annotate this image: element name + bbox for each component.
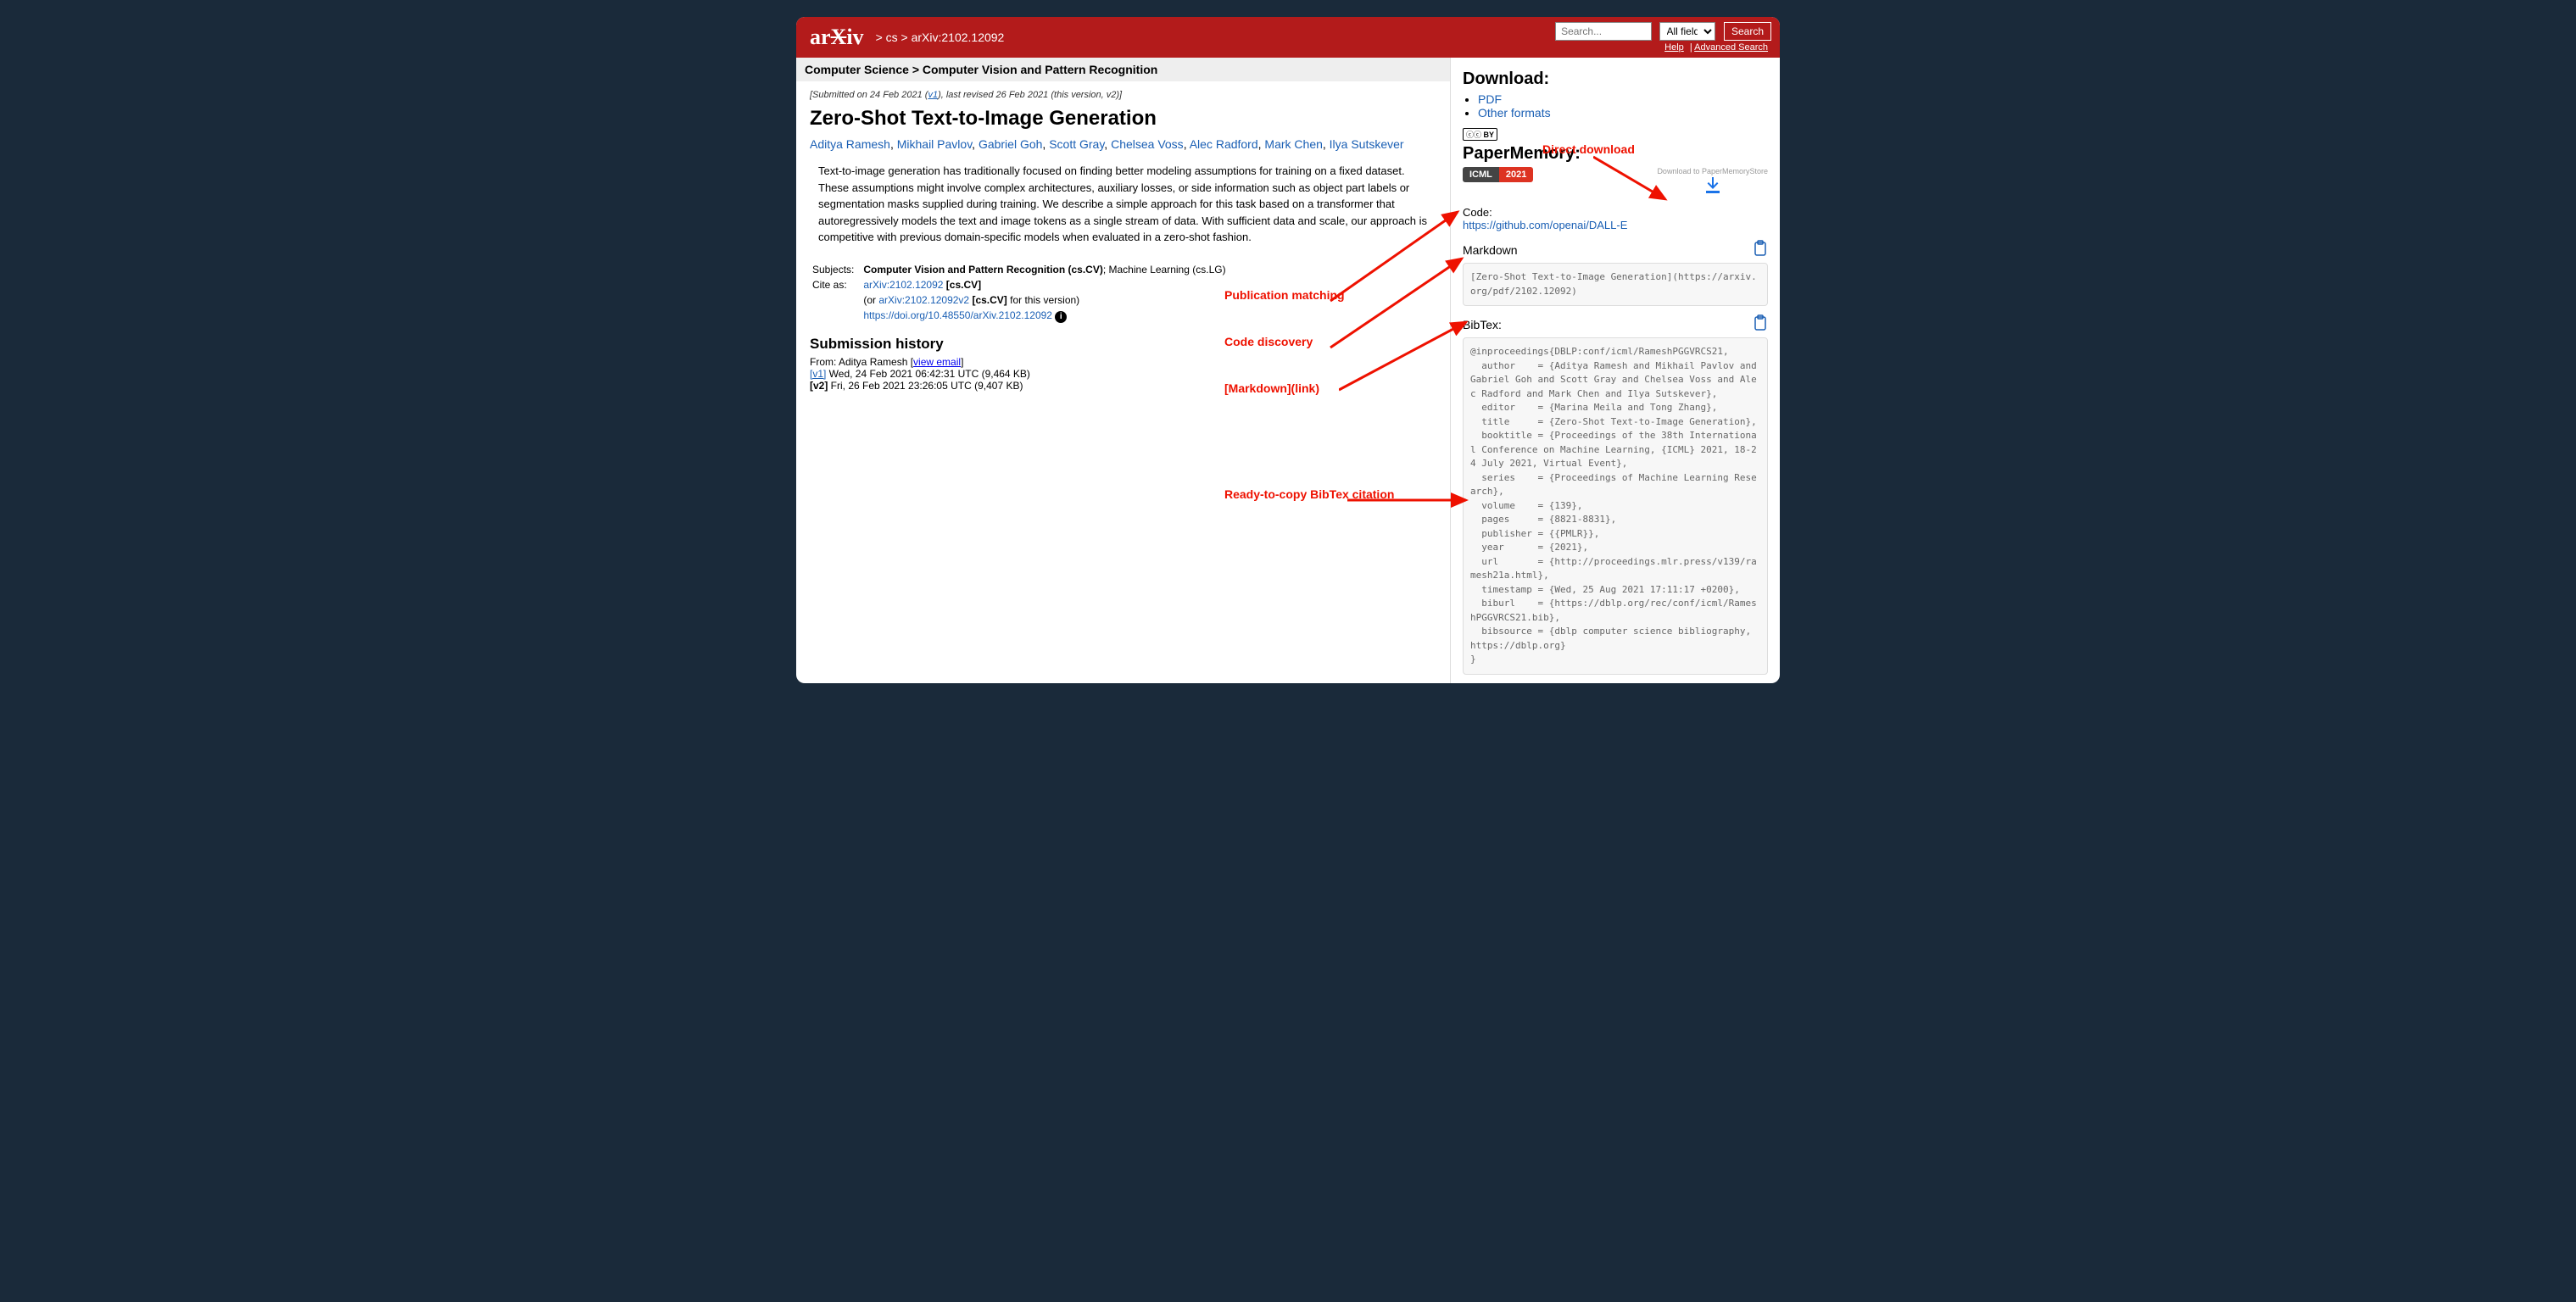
history-v1-link[interactable]: [v1] [810, 368, 826, 380]
download-icon [1703, 175, 1723, 194]
view-email-link[interactable]: view email [913, 356, 961, 368]
download-to-store[interactable]: Download to PaperMemoryStore [1657, 167, 1768, 194]
venue-badge: ICML2021 [1463, 167, 1533, 182]
arxiv-logo[interactable]: arXiv [805, 23, 869, 52]
abstract: Text-to-image generation has traditional… [818, 163, 1428, 246]
search-input[interactable] [1555, 22, 1652, 41]
bibtex-box[interactable]: @inproceedings{DBLP:conf/icml/RameshPGGV… [1463, 337, 1768, 675]
submission-history: From: Aditya Ramesh [view email] [v1] We… [810, 356, 1436, 392]
markdown-box[interactable]: [Zero-Shot Text-to-Image Generation](htt… [1463, 263, 1768, 306]
other-formats-link[interactable]: Other formats [1478, 106, 1551, 120]
author-link[interactable]: Aditya Ramesh [810, 137, 890, 151]
category-heading: Computer Science > Computer Vision and P… [796, 58, 1450, 81]
main-column: Computer Science > Computer Vision and P… [796, 58, 1451, 683]
v1-link[interactable]: v1 [928, 90, 938, 100]
author-link[interactable]: Alec Radford [1190, 137, 1258, 151]
clipboard-icon [1753, 314, 1768, 331]
info-icon[interactable]: i [1055, 311, 1067, 323]
copy-markdown-button[interactable] [1753, 240, 1768, 259]
doi-link[interactable]: https://doi.org/10.48550/arXiv.2102.1209… [863, 309, 1052, 321]
metadata: Subjects:Computer Vision and Pattern Rec… [810, 261, 1229, 326]
author-link[interactable]: Ilya Sutskever [1330, 137, 1404, 151]
code-link[interactable]: https://github.com/openai/DALL-E [1463, 219, 1627, 231]
author-link[interactable]: Gabriel Goh [979, 137, 1042, 151]
search-area: All fields Search Help | Advanced Search [1555, 22, 1771, 53]
author-link[interactable]: Chelsea Voss [1111, 137, 1184, 151]
code-label: Code: [1463, 206, 1768, 219]
topbar: arXiv > cs > arXiv:2102.12092 All fields… [796, 17, 1780, 58]
window: arXiv > cs > arXiv:2102.12092 All fields… [796, 17, 1780, 683]
copy-bibtex-button[interactable] [1753, 314, 1768, 334]
bibtex-label: BibTex: [1463, 318, 1502, 331]
paper-title: Zero-Shot Text-to-Image Generation [810, 107, 1436, 131]
download-heading: Download: [1463, 70, 1768, 89]
clipboard-icon [1753, 240, 1768, 257]
cite-link[interactable]: arXiv:2102.12092 [863, 279, 943, 291]
license-badge[interactable]: ⓒⓒ BY [1463, 128, 1497, 141]
breadcrumb: > cs > arXiv:2102.12092 [876, 31, 1005, 44]
pdf-link[interactable]: PDF [1478, 92, 1502, 106]
advanced-search-link[interactable]: Advanced Search [1694, 42, 1768, 53]
sidebar: Download: PDF Other formats ⓒⓒ BY PaperM… [1451, 58, 1780, 683]
submission-info: [Submitted on 24 Feb 2021 (v1), last rev… [810, 90, 1436, 100]
author-link[interactable]: Mark Chen [1264, 137, 1322, 151]
author-link[interactable]: Mikhail Pavlov [897, 137, 972, 151]
cite-v2-link[interactable]: arXiv:2102.12092v2 [878, 294, 969, 306]
markdown-label: Markdown [1463, 243, 1518, 257]
search-field-select[interactable]: All fields [1659, 22, 1715, 41]
papermemory-heading: PaperMemory: [1463, 144, 1768, 164]
authors: Aditya Ramesh, Mikhail Pavlov, Gabriel G… [810, 137, 1436, 151]
submission-history-heading: Submission history [810, 336, 1436, 353]
search-button[interactable]: Search [1724, 22, 1771, 41]
author-link[interactable]: Scott Gray [1049, 137, 1104, 151]
help-link[interactable]: Help [1664, 42, 1684, 53]
